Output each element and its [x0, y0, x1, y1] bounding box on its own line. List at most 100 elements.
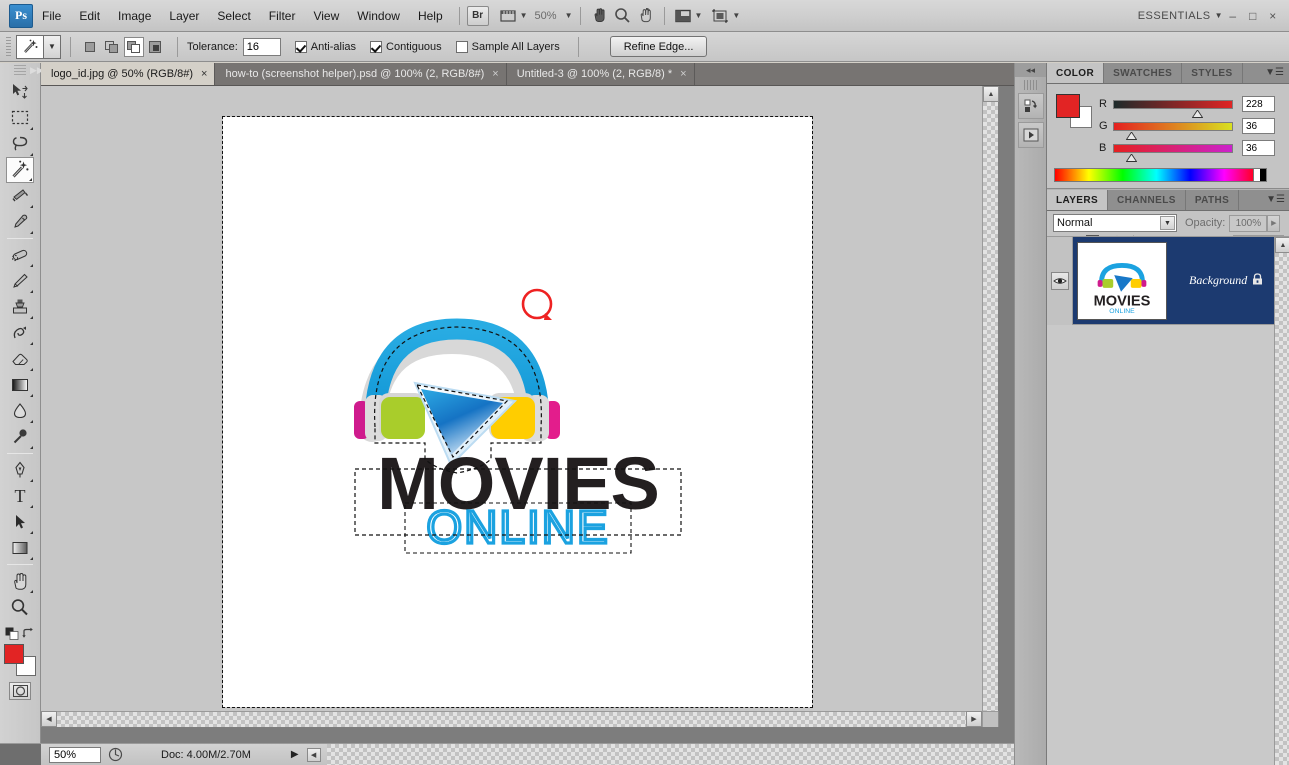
- blend-mode-select[interactable]: Normal ▼: [1053, 214, 1177, 232]
- tab-swatches[interactable]: SWATCHES: [1104, 63, 1182, 83]
- horizontal-type-tool[interactable]: T: [6, 483, 34, 509]
- zoom-tool-icon[interactable]: [611, 5, 634, 27]
- collapse-panels-icon[interactable]: ◂◂: [1015, 63, 1046, 77]
- history-brush-tool[interactable]: [6, 320, 34, 346]
- document-tab-how-to[interactable]: how-to (screenshot helper).psd @ 100% (2…: [215, 63, 506, 85]
- menu-select[interactable]: Select: [208, 5, 259, 27]
- color-panel-swatches[interactable]: [1056, 94, 1092, 128]
- menu-file[interactable]: File: [33, 5, 70, 27]
- screen-mode-icon[interactable]: ▼: [672, 5, 706, 27]
- scroll-up-button[interactable]: ▲: [983, 86, 999, 102]
- magic-wand-tool[interactable]: [6, 157, 34, 183]
- sample-all-layers-checkbox[interactable]: [456, 41, 468, 53]
- status-resize-grip-icon[interactable]: ◀: [307, 748, 321, 762]
- eyedropper-tool[interactable]: [6, 209, 34, 235]
- menu-image[interactable]: Image: [109, 5, 160, 27]
- color-spectrum-ramp[interactable]: [1054, 168, 1259, 182]
- dodge-tool[interactable]: [6, 424, 34, 450]
- tab-styles[interactable]: STYLES: [1182, 63, 1242, 83]
- document-tab-untitled-3[interactable]: Untitled-3 @ 100% (2, RGB/8) * ×: [507, 63, 695, 85]
- photoshop-logo-icon[interactable]: Ps: [9, 4, 33, 28]
- spot-healing-brush-tool[interactable]: [6, 242, 34, 268]
- zoom-chevron-down-icon[interactable]: ▼: [565, 11, 573, 20]
- channel-value-r[interactable]: 228: [1242, 96, 1275, 112]
- tool-preset-chevron-down-icon[interactable]: ▼: [44, 36, 60, 58]
- eye-icon[interactable]: [1051, 272, 1069, 290]
- foreground-color-swatch[interactable]: [4, 644, 24, 664]
- menu-filter[interactable]: Filter: [260, 5, 305, 27]
- close-button[interactable]: ×: [1263, 9, 1283, 23]
- actions-panel-icon[interactable]: [1018, 122, 1044, 148]
- document-tab-logo-id[interactable]: logo_id.jpg @ 50% (RGB/8#) ×: [41, 63, 215, 85]
- opacity-scrubber-icon[interactable]: ▶: [1267, 215, 1280, 232]
- refine-edge-button[interactable]: Refine Edge...: [610, 36, 708, 57]
- zoom-level-display[interactable]: 50%: [531, 10, 561, 22]
- view-extras-icon[interactable]: ▼: [497, 5, 531, 27]
- layers-panel-menu-icon[interactable]: ▼☰: [1266, 194, 1285, 205]
- rotate-view-tool-icon[interactable]: [634, 5, 657, 27]
- slider-thumb-g[interactable]: [1126, 132, 1137, 140]
- sample-all-layers-checkbox-row[interactable]: Sample All Layers: [456, 41, 560, 53]
- arrange-documents-icon[interactable]: ▼: [709, 5, 743, 27]
- close-icon[interactable]: ×: [201, 68, 207, 80]
- table-row[interactable]: MOVIES ONLINE Background: [1047, 237, 1289, 325]
- tab-color[interactable]: COLOR: [1047, 63, 1104, 83]
- status-preview-options-icon[interactable]: [105, 747, 125, 763]
- menu-window[interactable]: Window: [348, 5, 409, 27]
- rectangle-shape-tool[interactable]: [6, 535, 34, 561]
- selection-mode-new[interactable]: [80, 37, 100, 57]
- canvas-horizontal-scrollbar[interactable]: ◀ ▶: [41, 711, 998, 727]
- layer-visibility-cell[interactable]: [1047, 237, 1073, 325]
- white-black-swatch[interactable]: [1253, 168, 1267, 182]
- selection-mode-intersect[interactable]: [146, 37, 166, 57]
- quick-mask-toggle-icon[interactable]: [9, 682, 31, 700]
- status-zoom-input[interactable]: 50%: [49, 747, 101, 763]
- foreground-background-swatches[interactable]: [3, 644, 37, 676]
- mini-dock-grip[interactable]: [1024, 80, 1037, 90]
- layers-scroll-up-button[interactable]: ▲: [1275, 237, 1289, 253]
- close-icon[interactable]: ×: [680, 68, 686, 80]
- tab-paths[interactable]: PATHS: [1186, 190, 1239, 210]
- default-colors-icon[interactable]: [5, 627, 19, 640]
- slider-track-b[interactable]: [1113, 144, 1233, 153]
- rectangular-marquee-tool[interactable]: [6, 105, 34, 131]
- color-slider-r[interactable]: R 228: [1099, 96, 1275, 112]
- contiguous-checkbox[interactable]: [370, 41, 382, 53]
- color-panel-foreground-swatch[interactable]: [1056, 94, 1080, 118]
- channel-value-g[interactable]: 36: [1242, 118, 1275, 134]
- slider-thumb-r[interactable]: [1192, 110, 1203, 118]
- canvas-vertical-scrollbar[interactable]: ▲ ▼: [982, 86, 998, 727]
- lasso-tool[interactable]: [6, 131, 34, 157]
- contiguous-checkbox-row[interactable]: Contiguous: [370, 41, 442, 53]
- layer-name[interactable]: Background: [1189, 273, 1247, 288]
- scroll-right-button[interactable]: ▶: [966, 711, 982, 727]
- blur-tool[interactable]: [6, 398, 34, 424]
- toolbox-grip[interactable]: [14, 65, 26, 77]
- tab-channels[interactable]: CHANNELS: [1108, 190, 1186, 210]
- path-selection-tool[interactable]: [6, 509, 34, 535]
- scroll-left-button[interactable]: ◀: [41, 711, 57, 727]
- crop-tool[interactable]: [6, 183, 34, 209]
- minimize-button[interactable]: –: [1223, 9, 1243, 23]
- maximize-button[interactable]: □: [1243, 9, 1263, 23]
- hand-tool-icon[interactable]: [588, 5, 611, 27]
- menu-view[interactable]: View: [304, 5, 348, 27]
- selection-mode-add[interactable]: [102, 37, 122, 57]
- layer-list[interactable]: MOVIES ONLINE Background ▲: [1047, 236, 1289, 765]
- pen-tool[interactable]: [6, 457, 34, 483]
- launch-bridge-icon[interactable]: Br: [467, 6, 489, 26]
- anti-alias-checkbox[interactable]: [295, 41, 307, 53]
- workspace-switcher[interactable]: ESSENTIALS ▼ – □ ×: [1138, 9, 1289, 23]
- close-icon[interactable]: ×: [492, 68, 498, 80]
- document-window[interactable]: MOVIES ONLINE: [41, 86, 998, 727]
- move-tool[interactable]: [6, 79, 34, 105]
- tolerance-input[interactable]: [243, 38, 281, 56]
- opacity-value[interactable]: 100%: [1229, 215, 1267, 232]
- hand-tool[interactable]: [6, 568, 34, 594]
- color-slider-b[interactable]: B 36: [1099, 140, 1275, 156]
- menu-help[interactable]: Help: [409, 5, 452, 27]
- color-panel-menu-icon[interactable]: ▼☰: [1265, 67, 1284, 78]
- chevron-down-icon[interactable]: ▼: [1160, 216, 1175, 230]
- tab-layers[interactable]: LAYERS: [1047, 190, 1108, 210]
- menu-layer[interactable]: Layer: [160, 5, 208, 27]
